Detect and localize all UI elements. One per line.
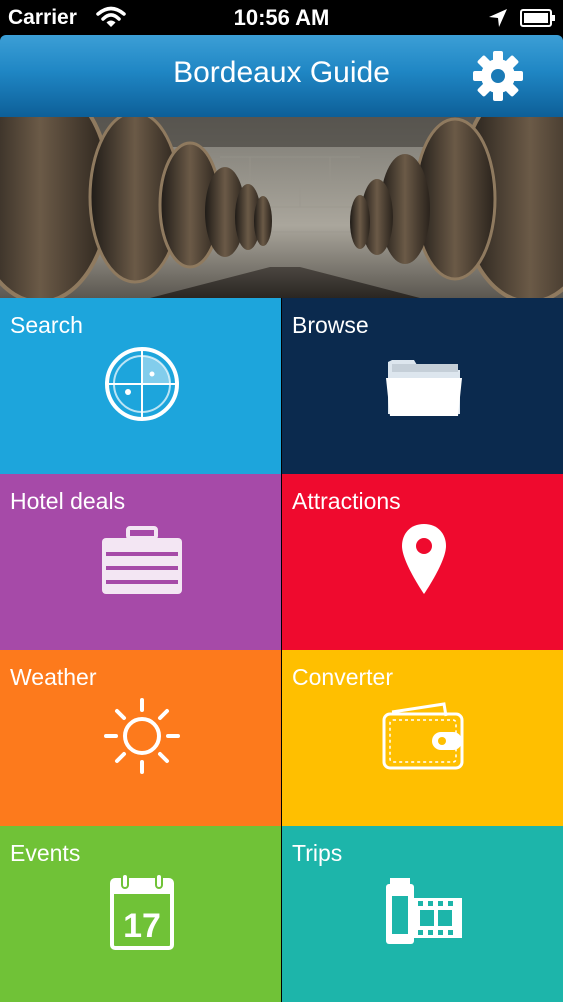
sun-icon	[104, 698, 180, 774]
hero-image-wine-cellar	[0, 117, 563, 298]
settings-gear-icon[interactable]	[471, 49, 525, 103]
tile-label: Trips	[292, 840, 343, 866]
tile-label: Events	[10, 840, 81, 866]
tile-trips[interactable]: Trips	[282, 826, 563, 1002]
map-pin-icon	[402, 524, 446, 594]
navigation-bar: Bordeaux Guide	[0, 35, 563, 117]
tile-weather[interactable]: Weather	[0, 650, 281, 826]
tile-converter[interactable]: Converter	[282, 650, 563, 826]
tile-attractions[interactable]: Attractions	[282, 474, 563, 650]
suitcase-icon	[102, 526, 182, 594]
tile-label: Attractions	[292, 488, 401, 514]
folder-icon	[386, 360, 462, 416]
calendar-icon: 17	[110, 873, 174, 950]
radar-icon	[105, 347, 179, 421]
tile-label: Weather	[10, 664, 97, 690]
battery-icon	[520, 9, 555, 27]
menu-grid: Search Browse Hotel deals Attractions We…	[0, 298, 563, 1002]
tile-events[interactable]: Events 17	[0, 826, 281, 1002]
location-arrow-icon	[489, 9, 507, 27]
tile-hotel-deals[interactable]: Hotel deals	[0, 474, 281, 650]
tile-search[interactable]: Search	[0, 298, 281, 474]
film-roll-icon	[386, 878, 462, 944]
tile-label: Browse	[292, 312, 369, 338]
calendar-day-number: 17	[123, 907, 161, 945]
tile-label: Hotel deals	[10, 488, 126, 514]
tile-label: Converter	[292, 664, 393, 690]
tile-label: Search	[10, 312, 83, 338]
wallet-icon	[382, 702, 464, 770]
clock: 10:56 AM	[233, 5, 330, 30]
tile-browse[interactable]: Browse	[282, 298, 563, 474]
status-bar: Carrier 10:56 AM	[0, 0, 563, 35]
